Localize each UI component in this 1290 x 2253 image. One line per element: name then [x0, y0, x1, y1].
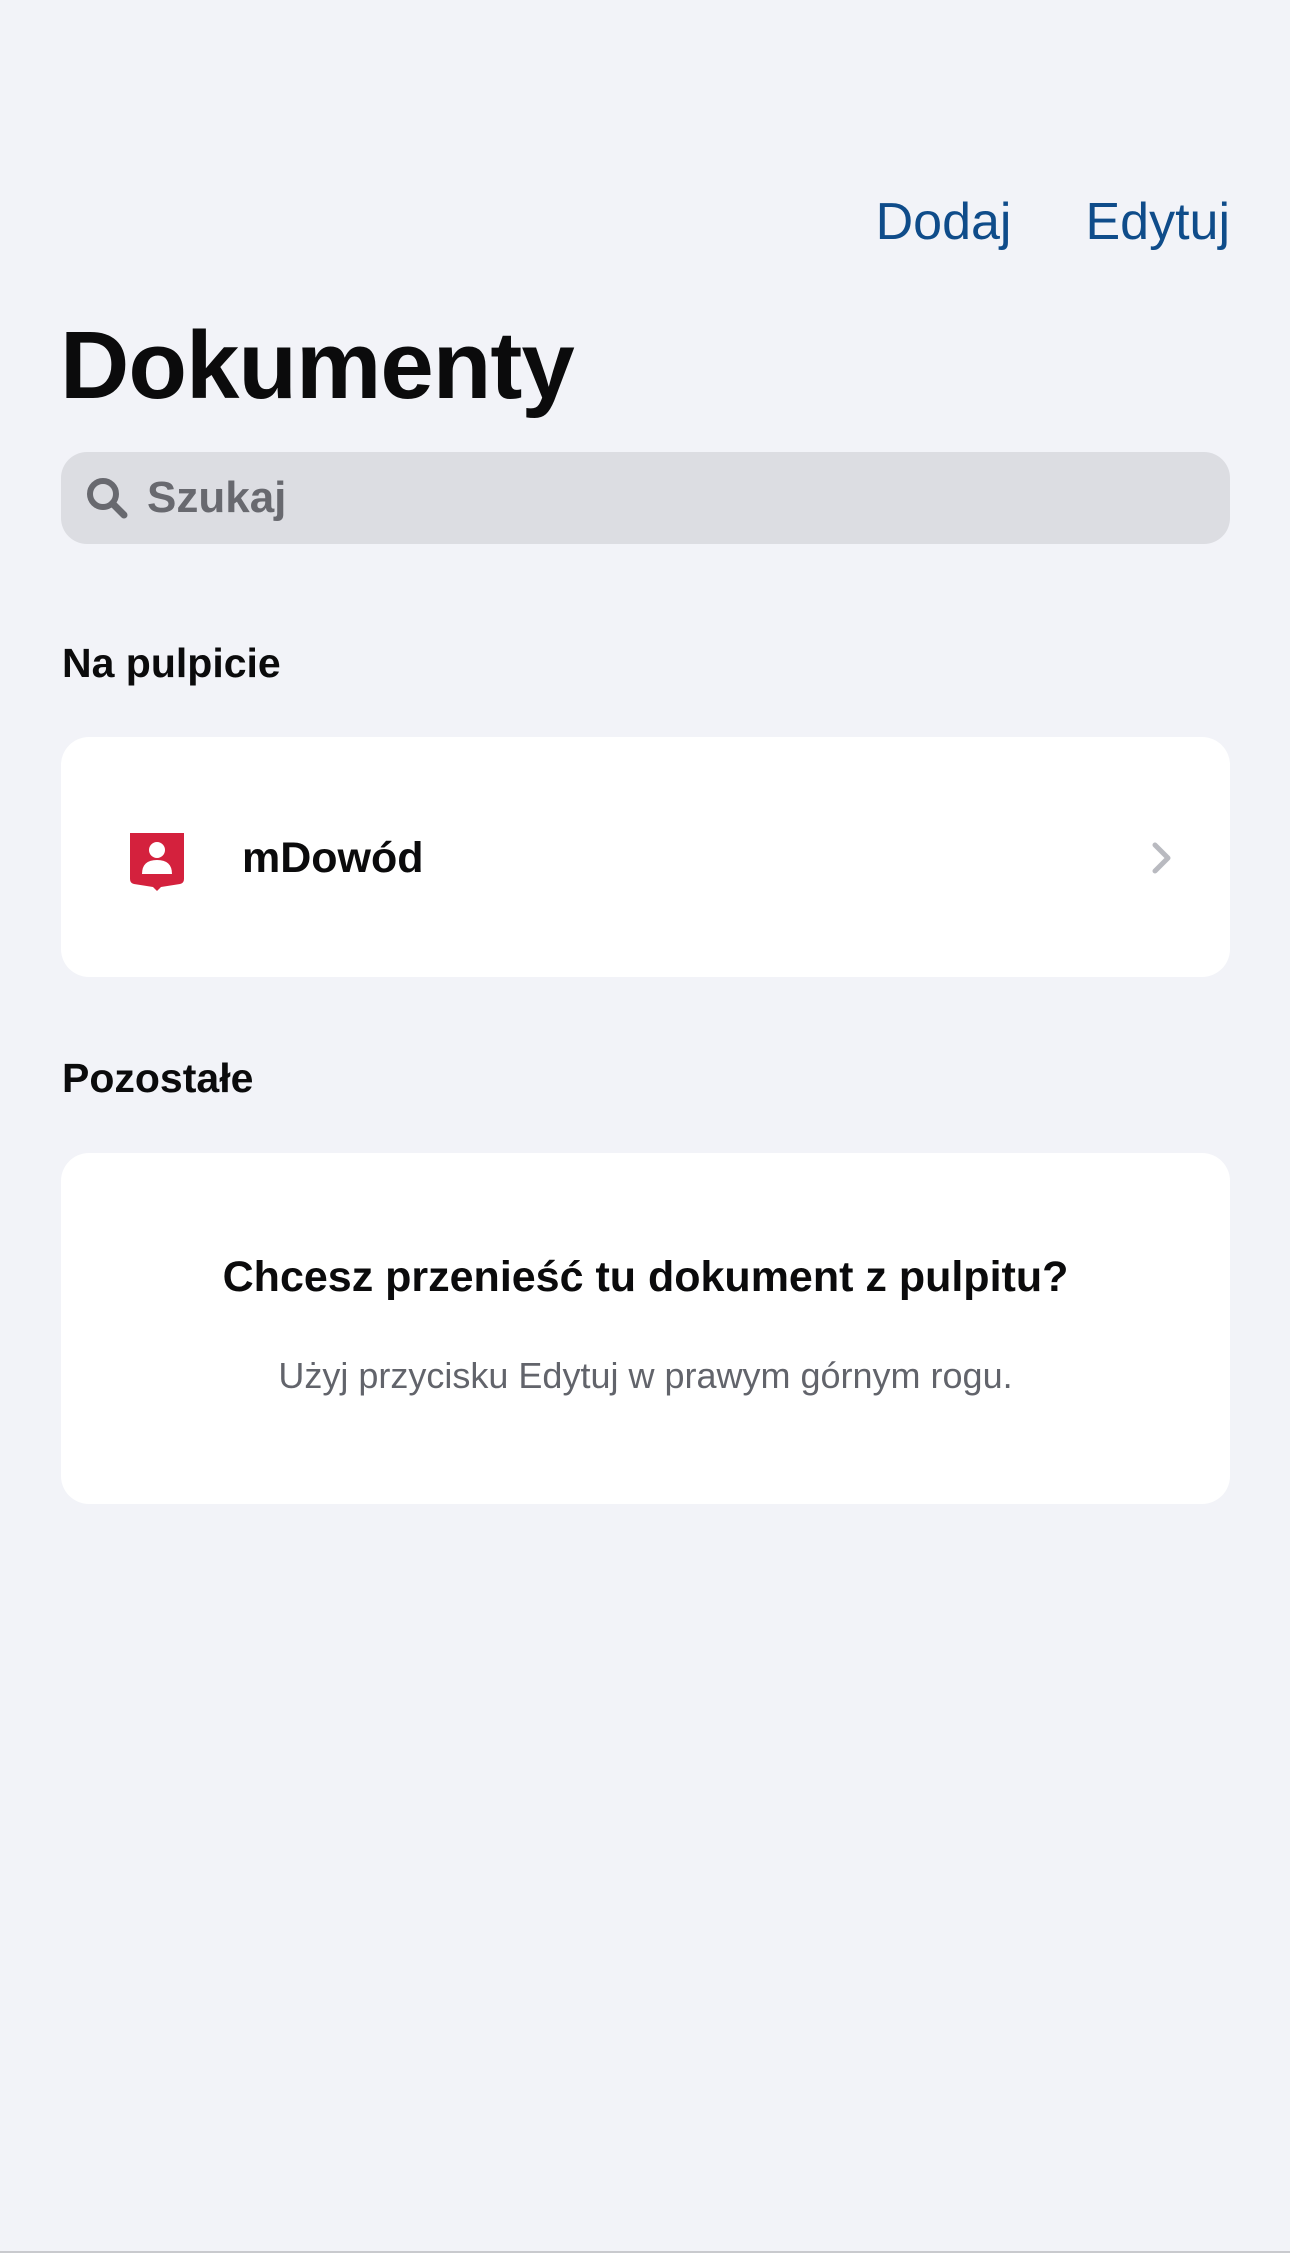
top-nav: Dodaj Edytuj: [876, 196, 1230, 248]
search-bar[interactable]: [61, 452, 1230, 544]
section-title-other: Pozostałe: [62, 1055, 254, 1101]
chevron-right-icon: [1150, 841, 1174, 875]
document-item-mdowod[interactable]: mDowód: [61, 737, 1230, 977]
mdowod-id-icon: [130, 833, 184, 891]
add-button[interactable]: Dodaj: [876, 196, 1012, 248]
document-label: mDowód: [242, 834, 424, 882]
edit-button[interactable]: Edytuj: [1085, 196, 1230, 248]
empty-state-hint: Użyj przycisku Edytuj w prawym górnym ro…: [278, 1355, 1013, 1396]
search-input[interactable]: [147, 458, 1187, 538]
empty-state-title: Chcesz przenieść tu dokument z pulpitu?: [222, 1253, 1069, 1301]
search-icon: [83, 474, 131, 522]
section-title-desktop: Na pulpicie: [62, 640, 281, 686]
page-title: Dokumenty: [60, 312, 575, 419]
empty-state-card: Chcesz przenieść tu dokument z pulpitu? …: [61, 1153, 1230, 1504]
